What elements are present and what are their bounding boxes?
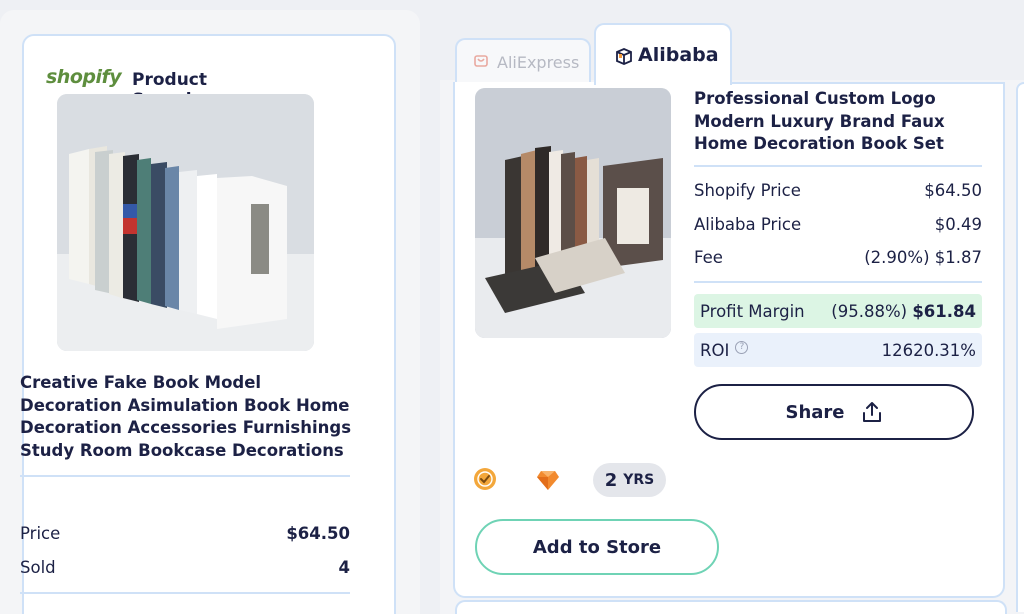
years-number: 2 — [604, 469, 618, 491]
add-to-store-button[interactable]: Add to Store — [475, 519, 719, 575]
alibaba-price-label: Alibaba Price — [694, 215, 802, 234]
tab-aliexpress-label: AliExpress — [497, 52, 580, 72]
shopify-product-title: Creative Fake Book Model Decoration Asim… — [20, 373, 352, 460]
alibaba-icon — [614, 46, 632, 65]
shopify-logo: shopify — [46, 66, 122, 88]
profit-margin-row: Profit Margin (95.88%) $61.84 — [694, 294, 982, 328]
profit-margin-percent: (95.88%) — [831, 301, 908, 321]
fee-label: Fee — [694, 248, 723, 267]
alibaba-product-image — [475, 88, 671, 338]
tab-alibaba-label: Alibaba — [638, 44, 719, 66]
roi-row: ROI? 12620.31% — [694, 333, 982, 367]
divider — [694, 165, 982, 167]
roi-label-group: ROI? — [700, 340, 749, 360]
share-icon — [862, 402, 881, 422]
years-unit: YRS — [623, 472, 655, 488]
card-top-border — [731, 82, 1005, 84]
price-row: Price $64.50 — [20, 524, 350, 543]
gold-supplier-diamond-icon — [536, 469, 560, 495]
info-icon[interactable]: ? — [735, 340, 749, 354]
alibaba-price-row: Alibaba Price $0.49 — [694, 215, 982, 234]
alibaba-product-title: Professional Custom Logo Modern Luxury B… — [694, 89, 945, 153]
shopify-product-image — [57, 94, 314, 351]
tab-aliexpress[interactable]: AliExpress — [455, 38, 591, 84]
supplier-years-badge: 2 YRS — [593, 463, 666, 497]
share-button-label: Share — [785, 401, 845, 423]
share-button[interactable]: Share — [694, 384, 974, 440]
sold-row: Sold 4 — [20, 558, 350, 577]
profit-margin-value: $61.84 — [912, 301, 976, 321]
tab-alibaba[interactable]: Alibaba — [594, 23, 732, 85]
divider — [20, 475, 350, 477]
profit-margin-label: Profit Margin — [700, 301, 805, 321]
shopify-price-label: Shopify Price — [694, 181, 801, 200]
shopify-price-value: $64.50 — [924, 181, 982, 200]
next-card-top — [455, 600, 1007, 614]
alibaba-price-value: $0.49 — [934, 215, 982, 234]
fee-value: (2.90%) $1.87 — [864, 248, 982, 267]
price-value: $64.50 — [286, 524, 350, 543]
roi-label: ROI — [700, 340, 730, 360]
sold-label: Sold — [20, 558, 56, 577]
price-label: Price — [20, 524, 61, 543]
aliexpress-icon — [473, 53, 491, 71]
add-to-store-label: Add to Store — [532, 536, 662, 558]
divider — [694, 281, 982, 283]
divider — [20, 592, 350, 594]
verified-supplier-icon — [473, 467, 497, 495]
shopify-price-row: Shopify Price $64.50 — [694, 181, 982, 200]
next-card-edge — [1016, 82, 1024, 612]
profit-margin-value-group: (95.88%) $61.84 — [831, 302, 976, 321]
roi-value: 12620.31% — [881, 340, 976, 360]
sold-value: 4 — [338, 558, 350, 577]
fee-row: Fee (2.90%) $1.87 — [694, 248, 982, 267]
